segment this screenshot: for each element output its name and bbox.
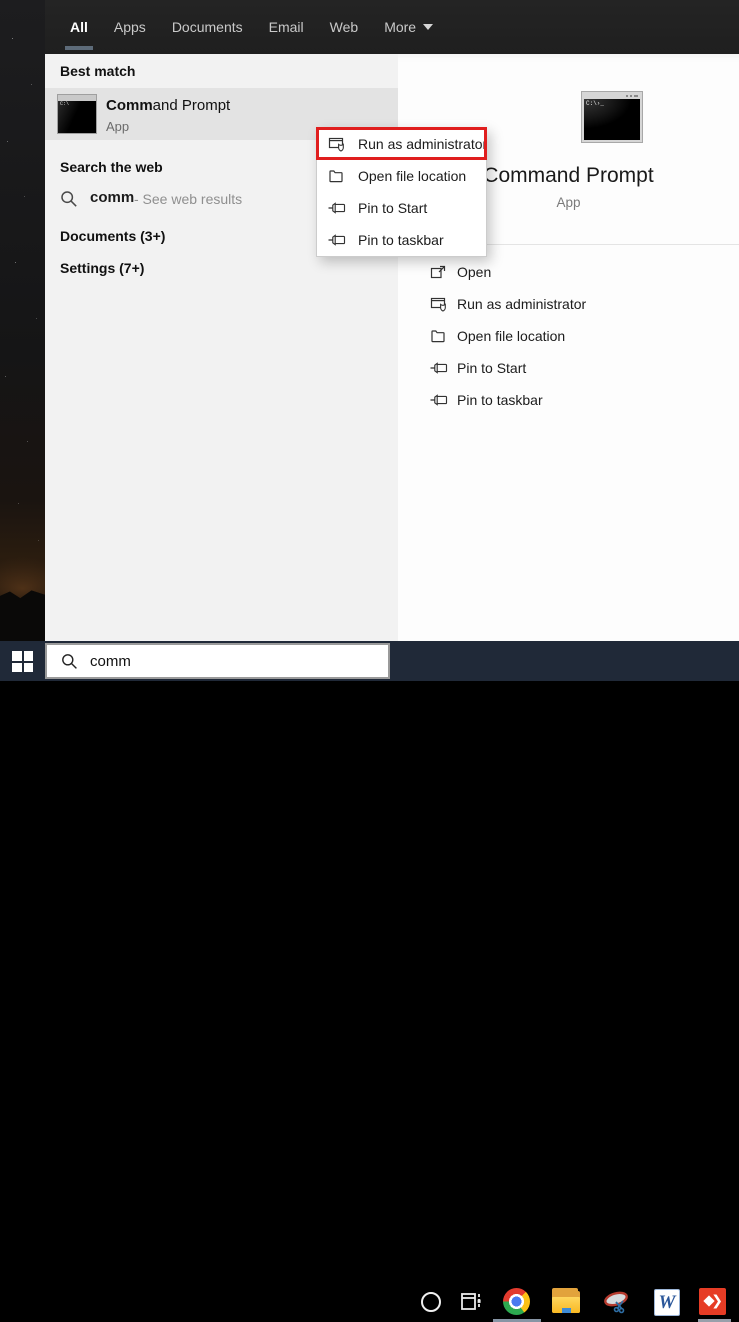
tab-web[interactable]: Web (317, 0, 372, 54)
search-filter-bar: All Apps Documents Email Web More (45, 0, 739, 54)
desktop-wallpaper (0, 0, 45, 641)
pin-icon (430, 360, 448, 376)
tab-email[interactable]: Email (256, 0, 317, 54)
task-view-icon[interactable] (459, 1290, 487, 1318)
menu-item-open-file-location-label: Open file location (358, 168, 467, 184)
folder-icon (328, 168, 346, 184)
search-the-web-header: Search the web (60, 159, 163, 175)
preview-action-list: Open Run as administrator Open file loca… (398, 256, 739, 416)
tab-apps[interactable]: Apps (101, 0, 159, 54)
chevron-down-icon (423, 24, 434, 30)
menu-item-pin-to-taskbar[interactable]: Pin to taskbar (317, 224, 486, 256)
tab-more-label: More (384, 19, 417, 35)
menu-item-run-as-administrator-label: Run as administrator (358, 136, 488, 152)
action-open-label: Open (457, 264, 492, 280)
web-suggestion-query: comm (90, 189, 135, 206)
taskbar-search-box[interactable] (45, 643, 390, 679)
menu-item-run-as-administrator[interactable]: Run as administrator (316, 127, 488, 160)
tab-documents[interactable]: Documents (159, 0, 256, 54)
chrome-icon[interactable] (503, 1288, 531, 1316)
action-run-as-administrator-label: Run as administrator (457, 296, 587, 312)
action-pin-to-taskbar[interactable]: Pin to taskbar (398, 384, 739, 416)
action-open[interactable]: Open (398, 256, 739, 288)
action-pin-to-start[interactable]: Pin to Start (398, 352, 739, 384)
web-suggestion-hint: - See web results (134, 191, 243, 207)
tab-more[interactable]: More (371, 0, 446, 54)
taskbar-search-input[interactable] (90, 652, 350, 670)
wallpaper-stars (0, 0, 1, 1)
menu-item-pin-to-start[interactable]: Pin to Start (317, 192, 486, 224)
windows-logo-icon (23, 662, 33, 672)
pin-icon (430, 392, 448, 408)
best-match-title-highlight: Comm (106, 97, 153, 114)
search-icon (61, 191, 77, 207)
file-explorer-icon[interactable] (552, 1288, 580, 1316)
action-open-file-location-label: Open file location (457, 328, 566, 344)
word-letter: W (658, 1291, 676, 1313)
screen-recorder-icon[interactable]: ❯ (699, 1288, 727, 1316)
tab-documents-label: Documents (171, 19, 243, 35)
pin-icon (328, 200, 346, 216)
tab-apps-label: Apps (113, 19, 146, 35)
action-open-file-location[interactable]: Open file location (398, 320, 739, 352)
chevron-glyph: ❯ (711, 1292, 723, 1308)
context-menu: Run as administrator Open file location … (316, 127, 487, 257)
menu-item-pin-to-taskbar-label: Pin to taskbar (358, 232, 444, 248)
settings-section-header[interactable]: Settings (7+) (60, 260, 144, 276)
menu-item-pin-to-start-label: Pin to Start (358, 200, 428, 216)
run-as-admin-icon (430, 296, 448, 312)
best-match-subtitle: App (106, 119, 130, 134)
snipping-tool-icon[interactable] (602, 1288, 630, 1316)
tab-email-label: Email (268, 19, 304, 35)
folder-icon (430, 328, 448, 344)
search-icon (62, 653, 77, 669)
tab-web-label: Web (329, 19, 359, 35)
best-match-header: Best match (60, 63, 136, 79)
menu-item-open-file-location[interactable]: Open file location (317, 160, 486, 192)
action-pin-to-start-label: Pin to Start (457, 360, 527, 376)
windows-logo-icon (23, 651, 33, 661)
windows-logo-icon (12, 662, 22, 672)
windows-search-screen: All Apps Documents Email Web More Best m… (0, 0, 739, 1322)
tab-all[interactable]: All (57, 0, 101, 54)
command-prompt-icon-large (581, 91, 643, 143)
action-run-as-administrator[interactable]: Run as administrator (398, 288, 739, 320)
action-pin-to-taskbar-label: Pin to taskbar (457, 392, 543, 408)
windows-logo-icon (12, 651, 22, 661)
cortana-icon[interactable] (421, 1292, 441, 1312)
documents-section-header[interactable]: Documents (3+) (60, 228, 165, 244)
best-match-title-rest: and Prompt (152, 97, 231, 114)
taskbar: W ❯ (0, 641, 739, 1322)
tab-all-label: All (70, 19, 88, 35)
open-icon (430, 264, 448, 280)
word-icon[interactable]: W (654, 1288, 682, 1316)
pin-icon (328, 232, 346, 248)
best-match-title: Command Prompt (106, 97, 230, 114)
command-prompt-icon (57, 94, 97, 134)
start-button[interactable] (12, 651, 33, 672)
run-as-admin-icon (328, 136, 346, 152)
